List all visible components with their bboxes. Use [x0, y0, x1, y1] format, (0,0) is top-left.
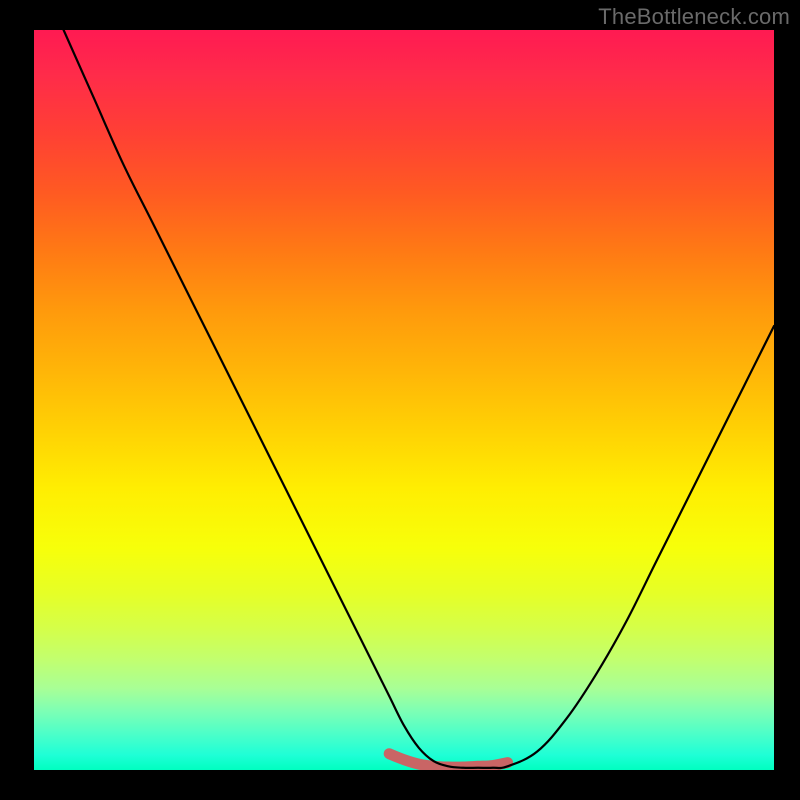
- chart-frame: TheBottleneck.com: [0, 0, 800, 800]
- primary-curve-path: [64, 30, 774, 768]
- plot-area: [34, 30, 774, 770]
- watermark-text: TheBottleneck.com: [598, 4, 790, 30]
- bottom-highlight-path: [389, 754, 507, 767]
- curve-layer: [34, 30, 774, 770]
